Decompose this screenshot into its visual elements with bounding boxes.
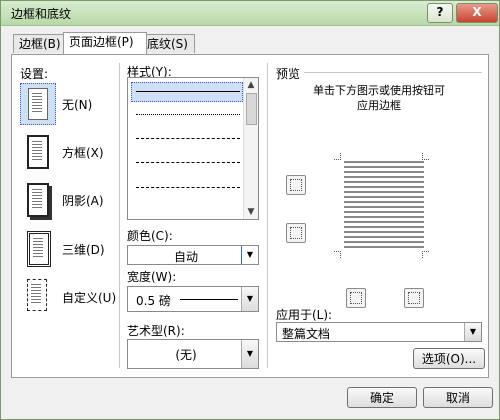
corner-mark (422, 153, 429, 160)
setting-3d-label: 三维(D) (62, 243, 105, 257)
scroll-thumb[interactable] (246, 93, 257, 125)
right-border-toggle[interactable] (404, 288, 424, 308)
border-top-icon (290, 179, 302, 191)
art-value: (无) (175, 348, 197, 362)
style-option-dotted[interactable] (136, 114, 240, 115)
chevron-down-icon[interactable]: ▼ (241, 287, 258, 311)
style-option-selected[interactable] (131, 82, 243, 102)
width-value: 0.5 磅 (136, 294, 171, 308)
top-border-toggle[interactable] (286, 175, 306, 195)
title-bar: 边框和底纹 ? X (1, 1, 499, 26)
setting-shadow[interactable] (20, 179, 54, 219)
style-listbox[interactable]: ▲ ▼ (127, 77, 259, 220)
page-3d-icon (27, 231, 51, 267)
width-line-sample (180, 299, 238, 300)
scroll-up-icon[interactable]: ▲ (246, 80, 256, 90)
page-custom-icon (27, 279, 47, 311)
dialog-title: 边框和底纹 (11, 7, 72, 21)
scroll-down-icon[interactable]: ▼ (246, 207, 256, 217)
chevron-down-icon[interactable]: ▼ (464, 323, 481, 341)
tab-borders[interactable]: 边框(B) (13, 34, 67, 53)
options-button[interactable]: 选项(O)... (413, 348, 485, 369)
preview-area: 单击下方图示或使用按钮可 应用边框 (274, 83, 484, 308)
page-none-icon (28, 88, 48, 120)
preview-instruction-line2: 应用边框 (357, 99, 401, 112)
width-label: 宽度(W): (127, 270, 177, 284)
preview-text-lines (344, 161, 424, 249)
chevron-down-icon[interactable]: ▼ (241, 246, 258, 264)
close-button[interactable]: X (456, 3, 498, 23)
setting-none[interactable] (20, 83, 56, 125)
style-option-dash[interactable] (136, 162, 240, 163)
border-right-icon (408, 292, 420, 304)
style-scrollbar[interactable]: ▲ ▼ (243, 78, 258, 219)
style-option-solid[interactable] (136, 91, 240, 92)
setting-none-label: 无(N) (62, 98, 93, 112)
preview-page[interactable] (334, 153, 429, 258)
chevron-down-icon[interactable]: ▼ (241, 340, 258, 368)
width-dropdown[interactable]: 0.5 磅 ▼ (127, 286, 259, 312)
corner-mark (422, 251, 429, 258)
art-dropdown[interactable]: (无) ▼ (127, 339, 259, 369)
left-border-toggle[interactable] (346, 288, 366, 308)
preview-heading: 预览 (276, 67, 301, 81)
setting-3d[interactable] (20, 227, 54, 267)
page-box-icon (27, 135, 49, 169)
tab-page-borders[interactable]: 页面边框(P) (63, 32, 147, 54)
column-divider-left (119, 63, 120, 368)
tab-shading[interactable]: 底纹(S) (141, 34, 195, 53)
setting-box-label: 方框(X) (62, 146, 104, 160)
preview-heading-rule (304, 72, 482, 73)
corner-mark (334, 153, 341, 160)
help-button[interactable]: ? (427, 3, 453, 23)
page-border-panel: 设置: 无(N) 方框(X) 阴影(A) 三维(D) 自定义(U) 样式(Y): (11, 54, 489, 378)
apply-to-dropdown[interactable]: 整篇文档 ▼ (276, 322, 482, 342)
art-label: 艺术型(R): (127, 324, 185, 338)
setting-custom[interactable] (20, 275, 54, 315)
page-shadow-icon (27, 183, 49, 217)
border-bottom-icon (290, 227, 302, 239)
bottom-border-toggle[interactable] (286, 223, 306, 243)
apply-to-label: 应用于(L): (276, 308, 333, 322)
setting-box[interactable] (20, 131, 54, 171)
color-value: 自动 (173, 250, 198, 264)
column-divider-right (267, 63, 268, 368)
preview-instruction-line1: 单击下方图示或使用按钮可 (313, 84, 445, 97)
settings-heading: 设置: (20, 67, 49, 81)
ok-button[interactable]: 确定 (347, 387, 417, 408)
style-option-dash-dot[interactable] (136, 187, 240, 188)
cancel-button[interactable]: 取消 (423, 387, 493, 408)
style-option-short-dash[interactable] (136, 138, 240, 139)
color-label: 颜色(C): (127, 229, 173, 243)
color-dropdown[interactable]: 自动 ▼ (127, 245, 259, 265)
corner-mark (334, 251, 341, 258)
dialog-window: 边框和底纹 ? X 边框(B) 页面边框(P) 底纹(S) 设置: 无(N) 方… (0, 0, 500, 420)
preview-instruction: 单击下方图示或使用按钮可 应用边框 (274, 83, 484, 113)
setting-shadow-label: 阴影(A) (62, 194, 104, 208)
setting-custom-label: 自定义(U) (62, 291, 117, 305)
border-left-icon (350, 292, 362, 304)
apply-to-value: 整篇文档 (282, 327, 331, 341)
